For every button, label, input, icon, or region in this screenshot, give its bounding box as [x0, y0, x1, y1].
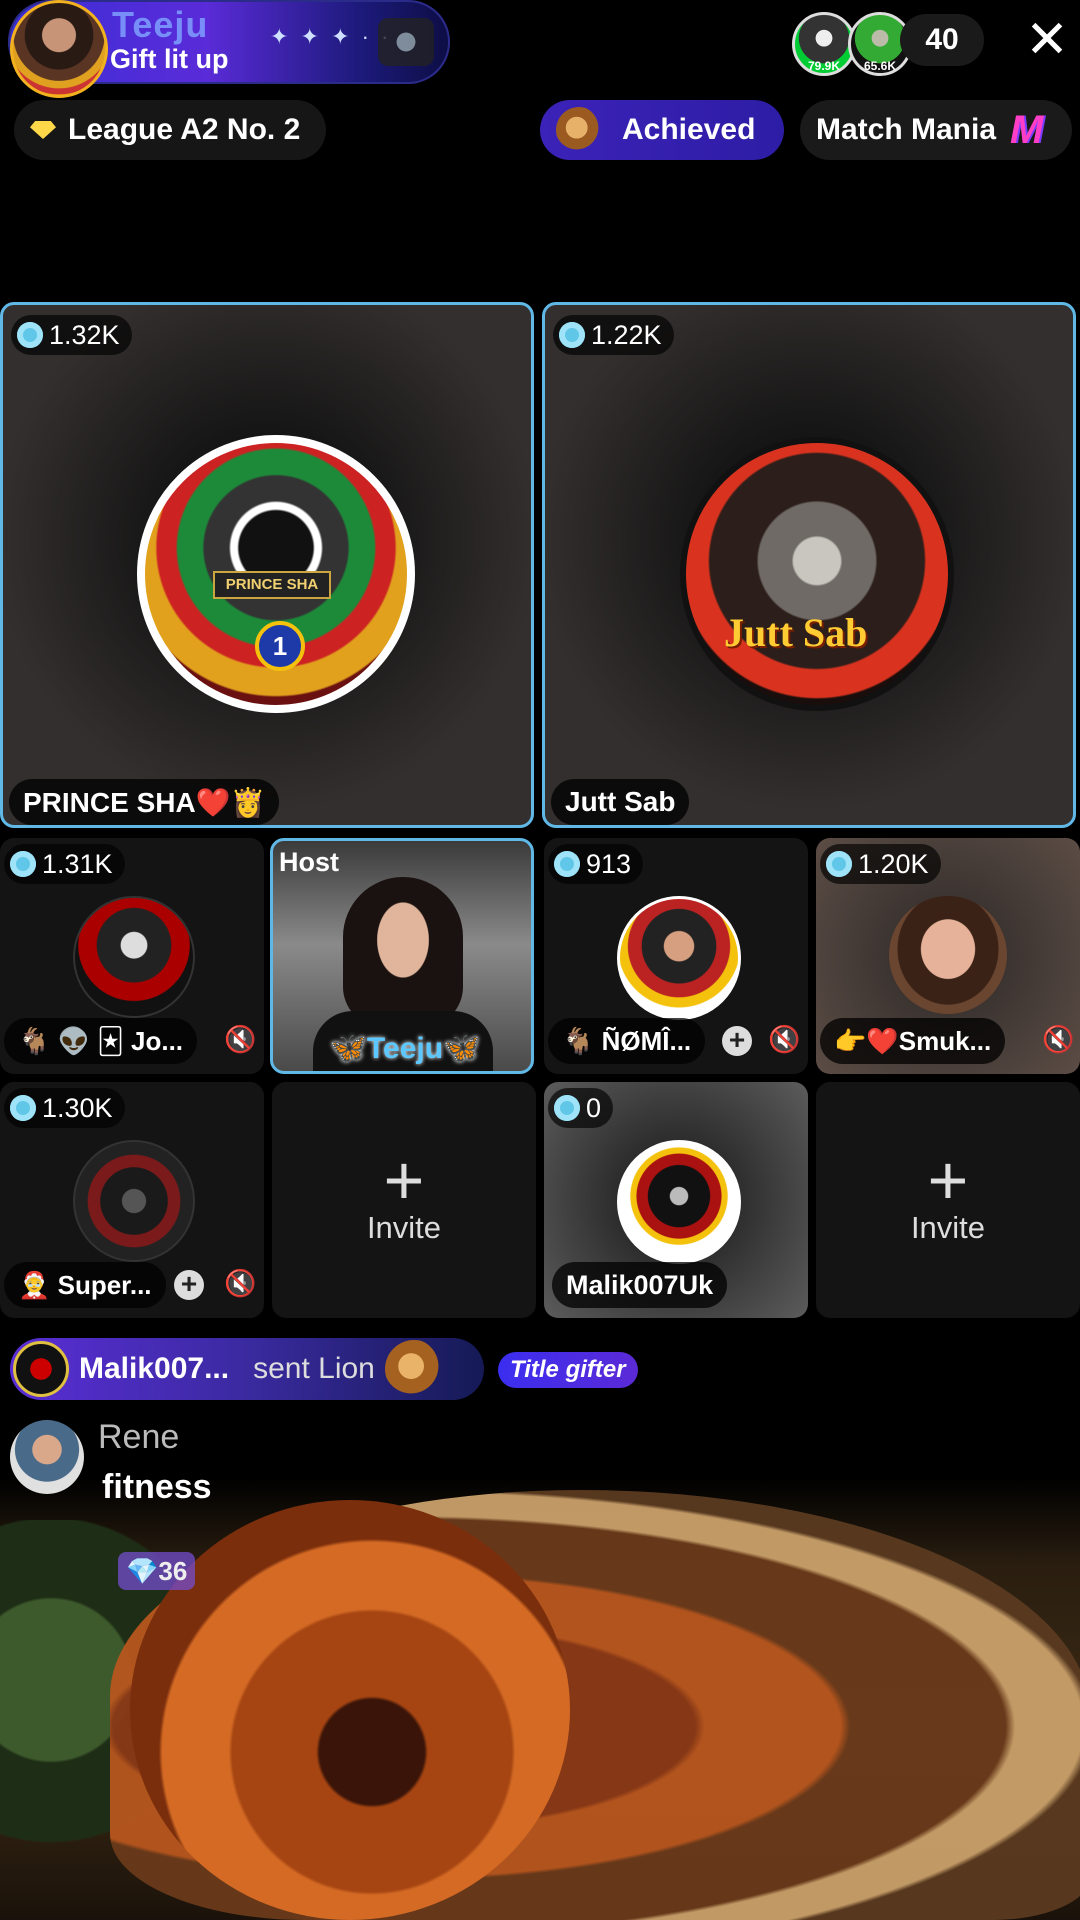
host-video-face	[343, 877, 463, 1027]
coin-badge: 1.31K	[4, 844, 125, 884]
coin-value: 1.31K	[42, 848, 113, 879]
coin-badge: 1.32K	[11, 315, 132, 355]
seat-host[interactable]: Host 🦋Teeju🦋	[270, 838, 534, 1074]
seat-name: 🤶 Super...	[4, 1262, 166, 1308]
coin-badge: 1.30K	[4, 1088, 125, 1128]
gifter-avatar	[13, 1341, 69, 1397]
lion-icon	[556, 107, 602, 153]
host-sparkle-decoration: ✦ ✦ ✦ · ·	[270, 24, 392, 49]
invite-plus-icon: +	[927, 1141, 969, 1219]
seat-malik007uk[interactable]: 0 Malik007Uk	[544, 1082, 808, 1318]
coin-value: 0	[586, 1092, 602, 1123]
coin-value: 1.20K	[858, 848, 929, 879]
coin-icon	[554, 1095, 580, 1121]
mic-muted-icon: 🔇	[1042, 1024, 1075, 1054]
top-viewer-1-count: 79.9K	[807, 59, 841, 73]
prince-sha-avatar[interactable]: PRINCE SHA 1	[137, 435, 415, 713]
viewer-count[interactable]: 40	[900, 14, 984, 66]
seat-name: 🐐 👽 🃏 Jo...	[4, 1018, 198, 1064]
user-avatar[interactable]	[73, 896, 195, 1018]
seat-name: Malik007Uk	[552, 1262, 728, 1308]
seat-prince-sha[interactable]: 1.32K PRINCE SHA 1 PRINCE SHA❤️👸	[0, 302, 534, 828]
chat-user-name[interactable]: Rene	[98, 1418, 179, 1457]
user-avatar[interactable]	[617, 896, 741, 1020]
gifter-name: Malik007...	[79, 1352, 230, 1385]
coin-icon	[826, 851, 852, 877]
achieved-label: Achieved	[622, 113, 756, 146]
chat-user-avatar[interactable]	[10, 1420, 84, 1494]
coin-value: 1.32K	[49, 319, 120, 350]
diamond-icon	[30, 117, 56, 143]
host-subtitle: Gift lit up	[110, 44, 229, 74]
match-mania-label: Match Mania	[816, 113, 997, 146]
coin-value: 913	[586, 848, 632, 879]
coin-icon	[559, 322, 585, 348]
mic-muted-icon: 🔇	[224, 1024, 257, 1054]
coin-badge: 913	[548, 844, 644, 884]
jutt-sab-avatar[interactable]: Jutt Sab	[680, 437, 954, 711]
user-avatar[interactable]	[73, 1140, 195, 1262]
coin-value: 1.22K	[591, 319, 662, 350]
chat-level-badge: 💎36	[118, 1552, 196, 1590]
seat-name: Jutt Sab	[551, 779, 690, 825]
invite-label: Invite	[910, 1210, 986, 1245]
invite-plus-icon: +	[383, 1141, 425, 1219]
avatar-emblem-text: Jutt Sab	[724, 610, 868, 655]
seat-name: 🐐 ÑØMÎ...	[548, 1018, 706, 1064]
league-label: League A2 No. 2	[68, 113, 301, 146]
title-gifter-badge: Title gifter	[498, 1352, 638, 1388]
seat-jutt-sab[interactable]: 1.22K Jutt Sab Jutt Sab	[542, 302, 1076, 828]
lion-gift-icon	[384, 1340, 443, 1398]
user-avatar[interactable]	[889, 896, 1007, 1014]
follow-plus-icon[interactable]: +	[722, 1026, 752, 1056]
follow-plus-icon[interactable]: +	[174, 1270, 204, 1300]
invite-label: Invite	[366, 1210, 442, 1245]
host-avatar[interactable]	[10, 0, 108, 98]
seat-smuk[interactable]: 1.20K 👉❤️Smuk... 🔇	[816, 838, 1080, 1074]
chat-message: fitness	[102, 1468, 212, 1506]
coin-badge: 1.20K	[820, 844, 941, 884]
coin-icon	[10, 851, 36, 877]
seat-name: 👉❤️Smuk...	[820, 1018, 1006, 1064]
rank-badge: 1	[255, 621, 305, 671]
seat-nomi[interactable]: 913 🐐 ÑØMÎ... + 🔇	[544, 838, 808, 1074]
close-icon[interactable]: ✕	[1022, 12, 1072, 68]
host-tag: Host	[279, 847, 339, 877]
mic-muted-icon: 🔇	[224, 1268, 257, 1298]
gift-banner[interactable]: Malik007... sent Lion	[10, 1338, 484, 1400]
achieved-chip[interactable]: Achieved	[540, 100, 784, 160]
match-mania-chip[interactable]: Match Mania M	[800, 100, 1072, 160]
viewer-count-value: 40	[925, 23, 959, 56]
host-badge-icon	[378, 18, 434, 66]
seat-super[interactable]: 1.30K 🤶 Super... + 🔇	[0, 1082, 264, 1318]
mic-muted-icon: 🔇	[768, 1024, 801, 1054]
seat-jo[interactable]: 1.31K 🐐 👽 🃏 Jo... 🔇	[0, 838, 264, 1074]
avatar-emblem-text: PRINCE SHA	[213, 571, 331, 599]
invite-seat[interactable]: + Invite	[272, 1082, 536, 1318]
coin-icon	[17, 322, 43, 348]
top-viewer-avatar-1[interactable]: 79.9K	[792, 12, 856, 76]
match-mania-logo-icon: M	[1010, 107, 1044, 152]
user-avatar[interactable]	[617, 1140, 741, 1264]
lion-mane	[130, 1500, 570, 1920]
coin-badge: 1.22K	[553, 315, 674, 355]
coin-badge: 0	[548, 1088, 614, 1128]
invite-seat[interactable]: + Invite	[816, 1082, 1080, 1318]
host-name: Teeju	[112, 4, 209, 45]
league-chip[interactable]: League A2 No. 2	[14, 100, 326, 160]
gift-text: sent Lion	[253, 1352, 375, 1385]
coin-value: 1.30K	[42, 1092, 113, 1123]
coin-icon	[554, 851, 580, 877]
coin-icon	[10, 1095, 36, 1121]
host-seat-name: 🦋Teeju🦋	[329, 1032, 481, 1065]
top-viewer-2-count: 65.6K	[863, 59, 897, 73]
seat-name: PRINCE SHA❤️👸	[9, 779, 280, 825]
